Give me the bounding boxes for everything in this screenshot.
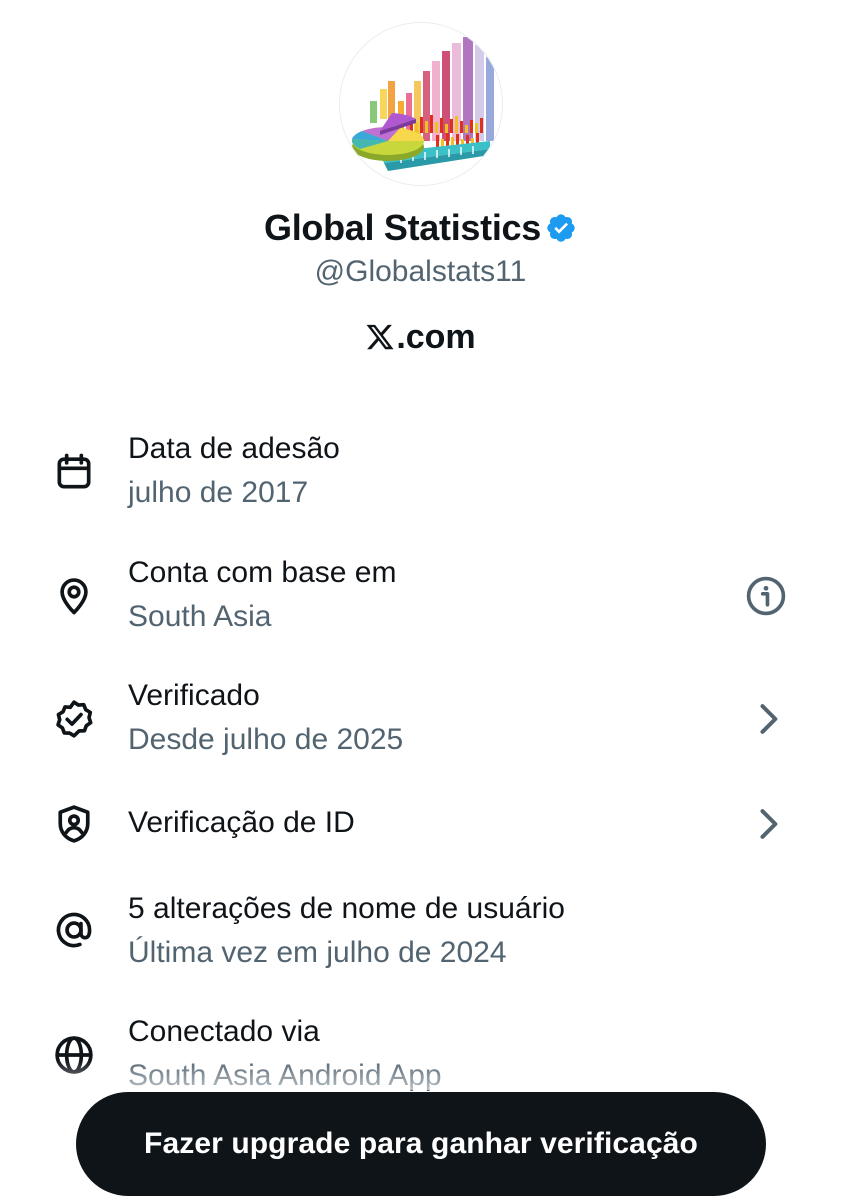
detail-row-join-date: Data de adesão julho de 2017	[0, 428, 841, 528]
location-pin-icon	[52, 574, 96, 618]
detail-subtitle: julho de 2017	[128, 476, 309, 509]
detail-row-verified[interactable]: Verificado Desde julho de 2025	[0, 675, 841, 775]
detail-row-id-verification[interactable]: Verificação de ID	[0, 782, 841, 882]
detail-row-account-location: Conta com base em South Asia	[0, 552, 841, 652]
site-label: .com	[0, 315, 841, 363]
chevron-right-icon[interactable]	[746, 697, 790, 741]
site-text: .com	[396, 318, 476, 356]
profile-name-row: Global Statistics	[0, 206, 841, 254]
calendar-icon	[52, 450, 96, 494]
detail-subtitle: South Asia Android App	[128, 1059, 442, 1092]
detail-row-username-changes: 5 alterações de nome de usuário Última v…	[0, 888, 841, 988]
statistics-chart-avatar-image	[340, 23, 502, 185]
detail-subtitle: South Asia	[128, 600, 272, 633]
detail-title: Conta com base em	[128, 556, 397, 589]
detail-title: Verificação de ID	[128, 806, 355, 839]
chevron-right-icon[interactable]	[746, 802, 790, 846]
profile-avatar[interactable]	[339, 22, 503, 186]
detail-title: Verificado	[128, 679, 260, 712]
detail-title: 5 alterações de nome de usuário	[128, 892, 565, 925]
globe-icon	[52, 1033, 96, 1077]
verified-badge-icon[interactable]	[545, 210, 577, 254]
at-sign-icon	[52, 908, 96, 952]
profile-handle: @Globalstats11	[314, 255, 527, 288]
x-logo-icon	[365, 319, 395, 363]
info-icon[interactable]	[744, 574, 788, 618]
detail-subtitle: Desde julho de 2025	[128, 723, 404, 756]
upgrade-verification-button[interactable]: Fazer upgrade para ganhar verificação	[76, 1092, 766, 1196]
verified-check-icon	[52, 697, 96, 741]
detail-title: Data de adesão	[128, 432, 340, 465]
detail-title: Conectado via	[128, 1015, 320, 1048]
id-shield-icon	[52, 802, 96, 846]
display-name: Global Statistics	[264, 207, 541, 248]
detail-subtitle: Última vez em julho de 2024	[128, 936, 507, 969]
